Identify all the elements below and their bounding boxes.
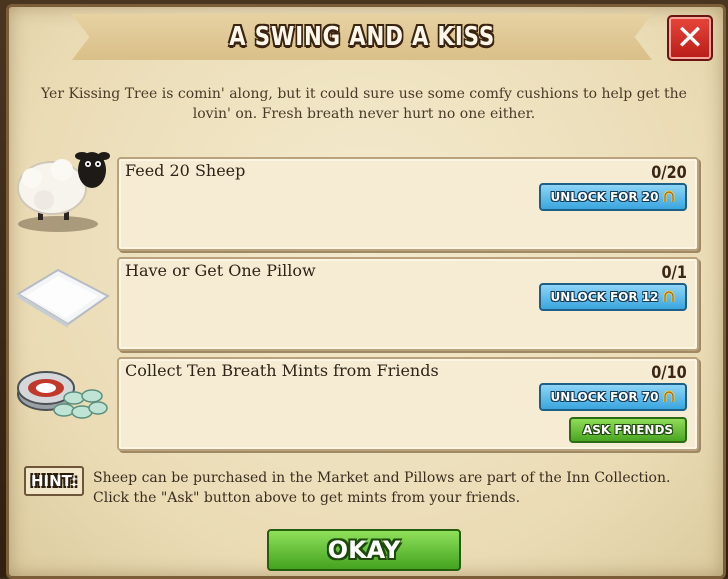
horseshoe-icon bbox=[663, 190, 674, 202]
horseshoe-icon bbox=[663, 290, 674, 302]
close-icon: ✕ bbox=[675, 18, 705, 58]
intro-text: Yer Kissing Tree is comin' along, but it… bbox=[41, 86, 687, 122]
task-pillow: Have or Get One Pillow 0/1 UNLOCK FOR 12 bbox=[117, 257, 699, 351]
hint-text: Sheep can be purchased in the Market and… bbox=[93, 470, 671, 506]
unlock-button[interactable]: UNLOCK FOR 70 bbox=[539, 383, 687, 411]
unlock-label: UNLOCK FOR 20 bbox=[550, 190, 659, 204]
task-feed-sheep: Feed 20 Sheep 0/20 UNLOCK FOR 20 bbox=[117, 157, 699, 251]
unlock-label: UNLOCK FOR 70 bbox=[550, 390, 659, 404]
unlock-label: UNLOCK FOR 12 bbox=[550, 290, 659, 304]
okay-button[interactable]: OKAY bbox=[267, 529, 461, 571]
task-label: Collect Ten Breath Mints from Friends bbox=[125, 361, 439, 380]
dialog-title: A SWING AND A KISS bbox=[229, 22, 495, 52]
title-banner: A SWING AND A KISS bbox=[72, 14, 652, 60]
close-button[interactable]: ✕ bbox=[667, 15, 713, 61]
task-progress: 0/20 bbox=[651, 163, 687, 183]
sheep-icon bbox=[17, 152, 110, 232]
breath-mints-icon bbox=[17, 371, 108, 419]
unlock-button[interactable]: UNLOCK FOR 12 bbox=[539, 283, 687, 311]
task-label: Have or Get One Pillow bbox=[125, 261, 316, 280]
horseshoe-icon bbox=[663, 390, 674, 402]
hint-tag: HINT: bbox=[24, 466, 84, 496]
task-progress: 0/1 bbox=[661, 263, 687, 283]
task-label: Feed 20 Sheep bbox=[125, 161, 246, 180]
ask-friends-button[interactable]: ASK FRIENDS bbox=[569, 417, 687, 443]
task-breath-mints: Collect Ten Breath Mints from Friends 0/… bbox=[117, 357, 699, 451]
unlock-button[interactable]: UNLOCK FOR 20 bbox=[539, 183, 687, 211]
pillow-icon bbox=[16, 268, 110, 328]
task-progress: 0/10 bbox=[651, 363, 687, 383]
